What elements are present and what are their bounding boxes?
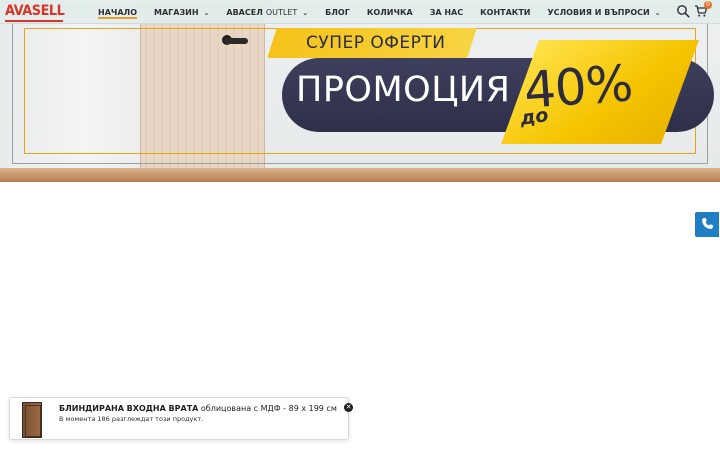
- page: СУПЕР ОФЕРТИ ПРОМОЦИЯ 40% до AVASELL НАЧ…: [0, 0, 720, 450]
- promo-banner[interactable]: СУПЕР ОФЕРТИ ПРОМОЦИЯ 40% до: [0, 0, 720, 182]
- popup-title-bold: БЛИНДИРАНА ВХОДНА ВРАТА: [59, 404, 199, 413]
- nav-item-label: УСЛОВИЯ И ВЪПРОСИ: [547, 7, 650, 17]
- nav-item-terms[interactable]: УСЛОВИЯ И ВЪПРОСИ ⌄: [547, 0, 660, 24]
- cart-count-badge: 0: [704, 1, 712, 9]
- nav-item-label-light: OUTLET: [265, 7, 298, 17]
- nav-item-label: АВАСЕЛ: [226, 7, 263, 17]
- nav-item-blog[interactable]: БЛОГ: [325, 0, 350, 24]
- popup-product-title[interactable]: БЛИНДИРАНА ВХОДНА ВРАТА облицована с МДФ…: [59, 404, 337, 413]
- main-nav: НАЧАЛО МАГАЗИН ⌄ АВАСЕЛ OUTLET ⌄ БЛОГ КО…: [98, 0, 678, 24]
- chevron-down-icon: ⌄: [654, 9, 661, 17]
- popup-title-rest: облицована с МДФ - 89 х 199 см: [198, 404, 337, 413]
- nav-item-label: НАЧАЛО: [98, 7, 137, 17]
- site-header: AVASELL НАЧАЛО МАГАЗИН ⌄ АВАСЕЛ OUTLET ⌄…: [0, 0, 720, 24]
- chevron-down-icon: ⌄: [302, 9, 309, 17]
- nav-item-shop[interactable]: МАГАЗИН ⌄: [154, 0, 209, 24]
- phone-call-button[interactable]: [695, 212, 719, 237]
- site-logo[interactable]: AVASELL: [5, 3, 65, 19]
- nav-item-contacts[interactable]: КОНТАКТИ: [480, 0, 530, 24]
- product-thumbnail[interactable]: [22, 402, 42, 438]
- promo-headline: ПРОМОЦИЯ: [296, 70, 511, 110]
- nav-item-label: БЛОГ: [325, 7, 350, 17]
- nav-item-label: КОЛИЧКА: [366, 7, 413, 17]
- discount-prefix: до: [518, 104, 550, 130]
- nav-item-outlet[interactable]: АВАСЕЛ OUTLET ⌄: [226, 0, 308, 24]
- nav-item-cart[interactable]: КОЛИЧКА: [367, 0, 413, 24]
- search-icon[interactable]: [676, 4, 690, 18]
- close-icon[interactable]: ✕: [344, 403, 353, 412]
- nav-item-label: МАГАЗИН: [154, 7, 199, 17]
- product-views-popup[interactable]: БЛИНДИРАНА ВХОДНА ВРАТА облицована с МДФ…: [9, 397, 353, 440]
- cart-icon[interactable]: 0: [694, 1, 712, 18]
- nav-item-about[interactable]: ЗА НАС: [430, 0, 463, 24]
- nav-item-home[interactable]: НАЧАЛО: [98, 0, 137, 24]
- logo-underline: [5, 20, 63, 22]
- header-icons: 0: [676, 1, 712, 18]
- nav-item-label: ЗА НАС: [429, 7, 464, 17]
- nav-item-label: КОНТАКТИ: [480, 7, 531, 17]
- banner-floor: [0, 168, 720, 182]
- phone-icon: [701, 215, 714, 234]
- chevron-down-icon: ⌄: [203, 9, 210, 17]
- super-offers-text: СУПЕР ОФЕРТИ: [306, 33, 446, 53]
- popup-viewers-text: В момента 186 разглеждат този продукт.: [59, 415, 204, 423]
